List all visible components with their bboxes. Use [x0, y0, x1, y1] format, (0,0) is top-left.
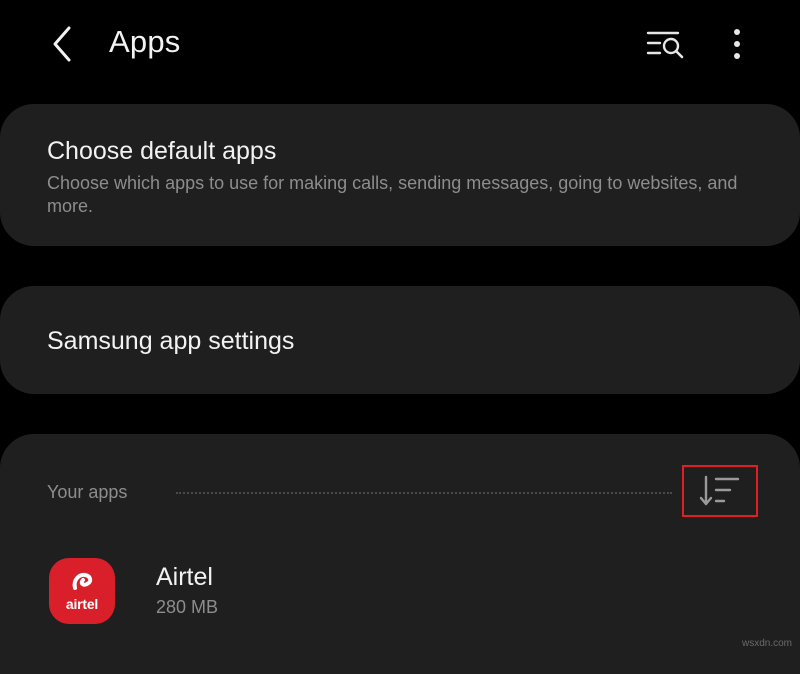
more-options-button[interactable] — [716, 20, 758, 68]
more-vertical-icon — [734, 29, 740, 59]
airtel-app-icon: airtel — [49, 558, 115, 624]
your-apps-label: Your apps — [47, 482, 128, 502]
list-search-icon — [646, 31, 684, 59]
section-divider — [176, 492, 672, 494]
sort-filter-icon — [699, 475, 740, 506]
app-name: Airtel — [156, 563, 213, 591]
sort-filter-button[interactable] — [682, 465, 758, 517]
samsung-app-settings-title: Samsung app settings — [47, 327, 295, 355]
app-bar: Apps — [0, 0, 800, 90]
app-size: 280 MB — [156, 597, 219, 617]
watermark: wsxdn.com — [741, 638, 792, 649]
app-list-item-airtel[interactable]: airtel Airtel 280 MB — [0, 545, 800, 645]
chevron-left-icon — [53, 26, 71, 62]
default-apps-description: Choose which apps to use for making call… — [47, 173, 738, 216]
airtel-logo-icon — [72, 572, 93, 590]
back-button[interactable] — [40, 22, 84, 66]
default-apps-title: Choose default apps — [47, 137, 277, 165]
page-title: Apps — [109, 24, 181, 59]
search-button[interactable] — [640, 20, 692, 68]
airtel-icon-text: airtel — [65, 596, 99, 612]
